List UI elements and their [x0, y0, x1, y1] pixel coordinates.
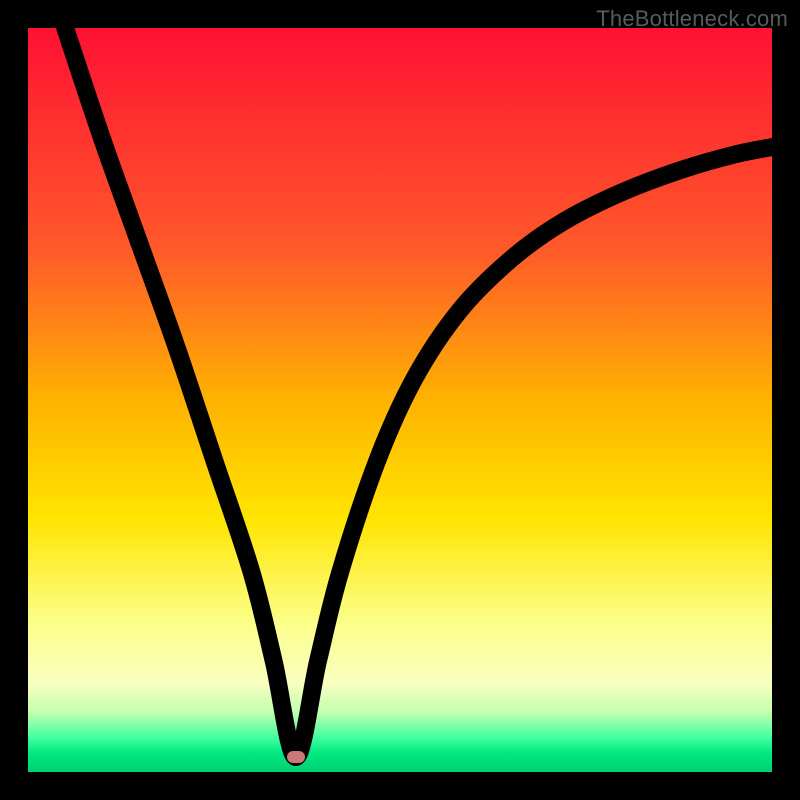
watermark-text: TheBottleneck.com — [596, 6, 788, 32]
chart-frame: TheBottleneck.com — [0, 0, 800, 800]
optimum-marker — [287, 751, 305, 763]
curve-layer — [28, 28, 772, 772]
bottleneck-curve — [65, 28, 772, 757]
plot-area — [28, 28, 772, 772]
